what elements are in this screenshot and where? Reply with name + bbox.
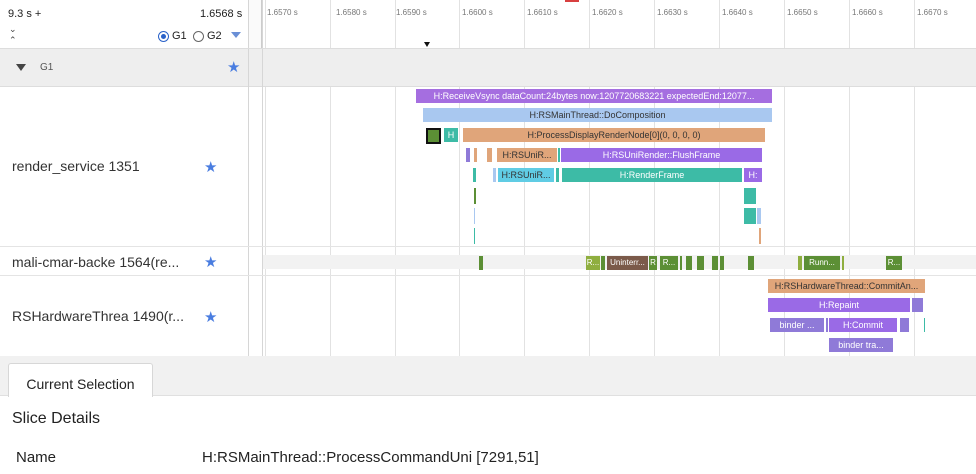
radio-label-g1: G1 <box>172 30 187 42</box>
slice-mali-r2[interactable]: R <box>649 256 657 270</box>
star-icon[interactable]: ★ <box>204 308 217 326</box>
tick-label: 1.6620 s <box>592 8 623 17</box>
slice-mali-r4[interactable]: R... <box>886 256 902 270</box>
tab-current-selection[interactable]: Current Selection <box>8 363 153 397</box>
group-dropdown-icon[interactable] <box>231 32 241 38</box>
tick-label: 1.6670 s <box>917 8 948 17</box>
slice-flush-frame[interactable]: H:RSUniRender::FlushFrame <box>561 148 762 162</box>
slice-repaint[interactable]: H:Repaint <box>768 298 910 312</box>
group-label: G1 <box>40 62 54 73</box>
tick-label: 1.6650 s <box>787 8 818 17</box>
collapse-up-icon[interactable]: ⌃ <box>9 36 17 45</box>
group-row-g1[interactable]: G1 ★ <box>0 49 976 87</box>
tick-label: 1.6640 s <box>722 8 753 17</box>
radio-button-selected-icon[interactable] <box>158 30 169 42</box>
range-end: 1.6568 s <box>200 8 243 20</box>
slice-rsuni-2[interactable]: H:RSUniR... <box>498 168 554 182</box>
slice-h-small-2[interactable]: H: <box>744 168 762 182</box>
track-label: render_service 1351 <box>12 158 140 174</box>
slice-process-display[interactable]: H:ProcessDisplayRenderNode[0](0, 0, 0, 0… <box>463 128 765 142</box>
slice-do-composition[interactable]: H:RSMainThread::DoComposition <box>423 108 772 122</box>
group-radio-g2[interactable]: G2 <box>193 30 222 42</box>
tick-label: 1.6570 s <box>267 8 298 17</box>
slice-mali-uninterr[interactable]: Uninterr... <box>607 256 648 270</box>
slice-binder-tra[interactable]: binder tra... <box>829 338 893 352</box>
track-label: mali-cmar-backe 1564(re... <box>12 254 180 270</box>
range-start: 9.3 s + <box>8 8 42 20</box>
tick-label: 1.6610 s <box>527 8 558 17</box>
expand-down-icon[interactable]: ⌄ <box>9 25 17 34</box>
slice-rsuni-1[interactable]: H:RSUniR... <box>497 148 557 162</box>
star-icon[interactable]: ★ <box>204 253 217 271</box>
tick-label: 1.6580 s <box>336 8 367 17</box>
radio-label-g2: G2 <box>207 30 222 42</box>
group-radio-g1[interactable]: G1 <box>158 30 187 42</box>
slice-mali-r1[interactable]: R... <box>586 256 600 270</box>
radio-button-icon[interactable] <box>193 30 204 42</box>
header-controls: 9.3 s + 1.6568 s ⌄ ⌃ G1 G2 <box>0 0 250 48</box>
slice-selected[interactable] <box>426 128 441 144</box>
section-title: Slice Details <box>12 410 101 427</box>
slice-receive-vsync[interactable]: H:ReceiveVsync dataCount:24bytes now:120… <box>416 89 772 103</box>
tick-label: 1.6590 s <box>396 8 427 17</box>
slice-commit[interactable]: H:Commit <box>829 318 897 332</box>
star-icon[interactable]: ★ <box>204 158 217 176</box>
detail-value-name: H:RSMainThread::ProcessCommandUni [7291,… <box>202 449 539 466</box>
cursor-marker-icon <box>424 42 430 47</box>
track-label: RSHardwareThrea 1490(r... <box>12 308 184 324</box>
slice-render-frame[interactable]: H:RenderFrame <box>562 168 742 182</box>
tick-label: 1.6660 s <box>852 8 883 17</box>
slice-binder-1[interactable]: binder ... <box>770 318 824 332</box>
slice-mali-r3[interactable]: R... <box>660 256 678 270</box>
tick-label: 1.6630 s <box>657 8 688 17</box>
detail-key-name: Name <box>16 449 57 466</box>
collapse-triangle-icon[interactable] <box>16 64 26 71</box>
tick-label: 1.6600 s <box>462 8 493 17</box>
slice-mali-runn[interactable]: Runn... <box>804 256 840 270</box>
star-icon[interactable]: ★ <box>227 58 240 76</box>
slice-commit-an[interactable]: H:RSHardwareThread::CommitAn... <box>768 279 925 293</box>
slice-h-small[interactable]: H <box>444 128 458 142</box>
selection-marker <box>565 0 579 2</box>
